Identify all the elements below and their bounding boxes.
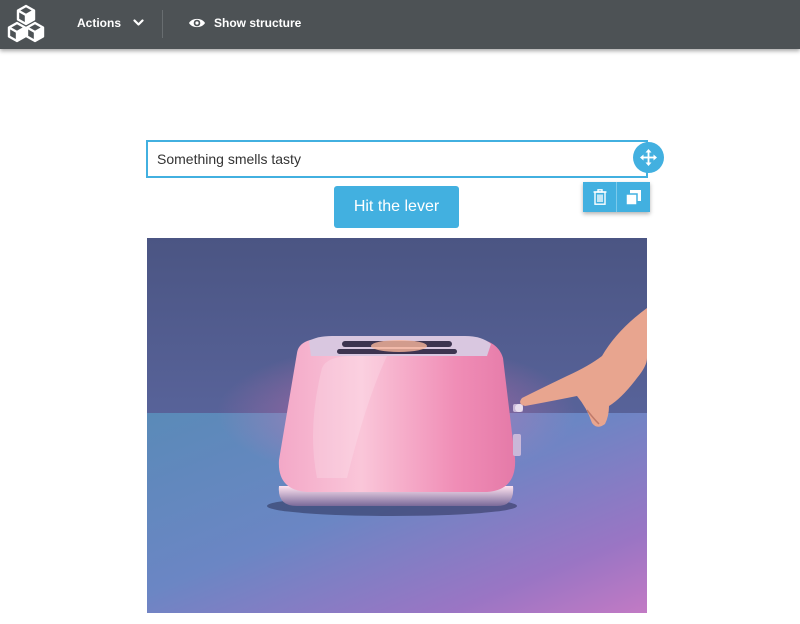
actions-label: Actions [77,15,122,30]
show-structure-label: Show structure [214,15,302,30]
top-toolbar: Actions Show structure [0,0,800,49]
show-structure-button[interactable]: Show structure [188,0,301,45]
trash-icon [593,189,606,205]
cubes-logo-icon[interactable] [6,4,46,44]
duplicate-icon [625,189,641,206]
element-tools [583,182,650,212]
toaster-image [147,238,647,613]
duplicate-button[interactable] [616,182,650,212]
delete-button[interactable] [583,182,616,212]
toolbar-divider [162,10,163,38]
hit-the-lever-button[interactable]: Hit the lever [334,186,459,228]
move-handle[interactable] [633,142,664,173]
move-arrows-icon [640,149,657,166]
eye-icon [189,18,205,27]
chevron-down-icon [133,18,144,26]
text-field[interactable] [146,140,648,178]
actions-menu-button[interactable]: Actions [77,0,144,45]
